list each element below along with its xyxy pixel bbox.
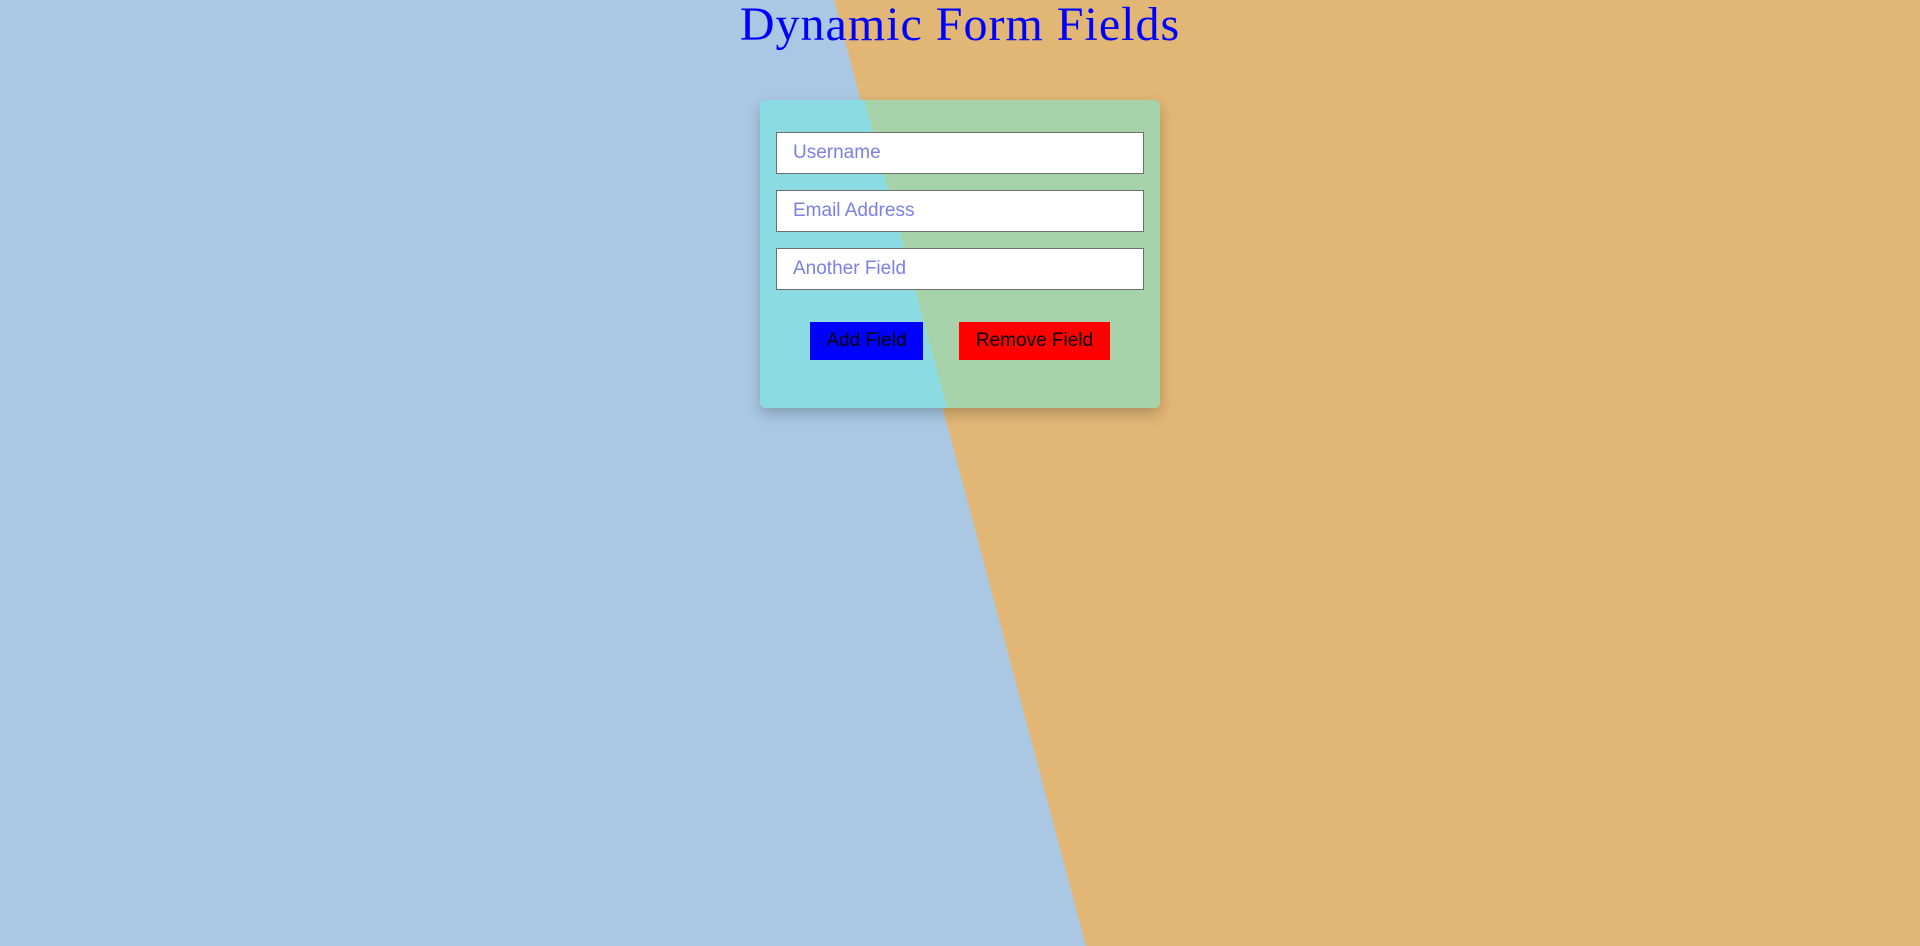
email-address-field[interactable] <box>776 190 1144 232</box>
add-field-button[interactable]: Add Field <box>810 322 923 360</box>
username-field[interactable] <box>776 132 1144 174</box>
another-field[interactable] <box>776 248 1144 290</box>
form-card: Add Field Remove Field <box>760 100 1160 408</box>
page-title: Dynamic Form Fields <box>739 0 1181 51</box>
field-list <box>776 132 1144 306</box>
remove-field-button[interactable]: Remove Field <box>959 322 1110 360</box>
